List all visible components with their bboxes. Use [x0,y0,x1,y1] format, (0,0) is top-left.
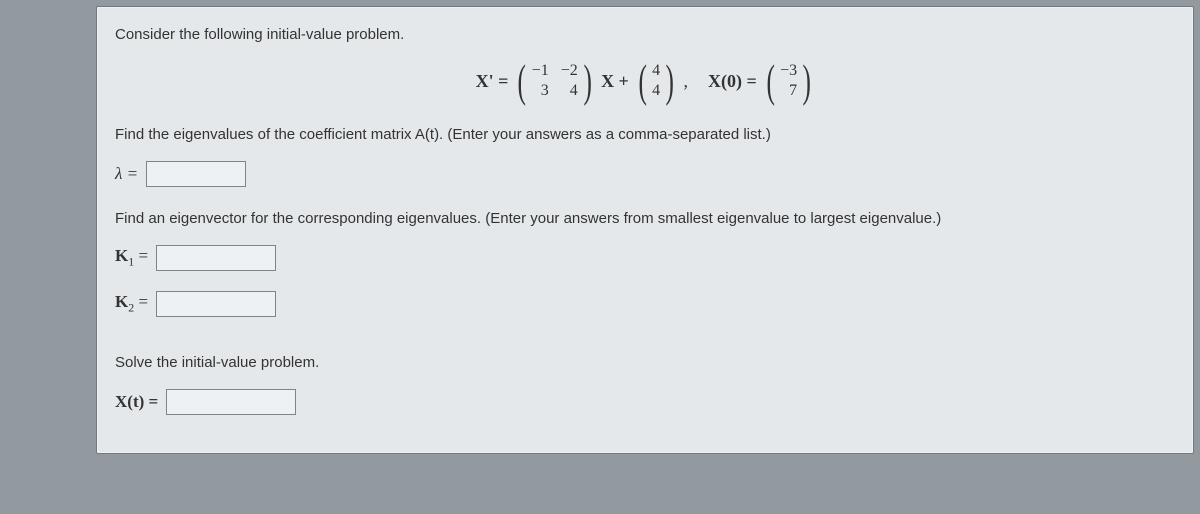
k2-row: K2 = [115,291,1175,317]
A-r1c2: −2 [561,62,578,80]
k1-row: K1 = [115,245,1175,271]
X0-r1: −3 [780,62,797,80]
A-r2c2: 4 [570,82,578,100]
xt-input[interactable] [166,389,296,415]
question-solve: Solve the initial-value problem. [115,351,1175,375]
A-r1c1: −1 [532,62,549,80]
lambda-label: λ = [115,164,138,184]
eq-lhs: X' = [476,71,509,92]
lambda-input[interactable] [146,161,246,187]
question-eigenvalues: Find the eigenvalues of the coefficient … [115,123,1175,147]
X0-r2: 7 [789,82,797,100]
question-panel: Consider the following initial-value pro… [96,6,1194,454]
xt-label: X(t) = [115,392,158,412]
F-r1: 4 [652,62,660,80]
matrix-A: ( −1 −2 3 4 ) [514,61,595,101]
eq-mid1: X + [601,71,629,92]
A-r2c1: 3 [541,82,549,100]
lambda-row: λ = [115,161,1175,187]
F-r2: 4 [652,82,660,100]
question-eigenvectors: Find an eigenvector for the correspondin… [115,207,1175,231]
k2-label: K2 = [115,292,148,315]
ic-label: X(0) = [708,71,757,92]
k2-input[interactable] [156,291,276,317]
vector-F: ( 4 4 ) [635,61,678,101]
intro-text: Consider the following initial-value pro… [115,23,1175,47]
k1-input[interactable] [156,245,276,271]
eq-comma: , [683,71,688,92]
equation-display: X' = ( −1 −2 3 4 ) X + ( 4 4 ) , [115,61,1175,101]
vector-X0: ( −3 7 ) [763,61,815,101]
k1-label: K1 = [115,246,148,269]
xt-row: X(t) = [115,389,1175,415]
